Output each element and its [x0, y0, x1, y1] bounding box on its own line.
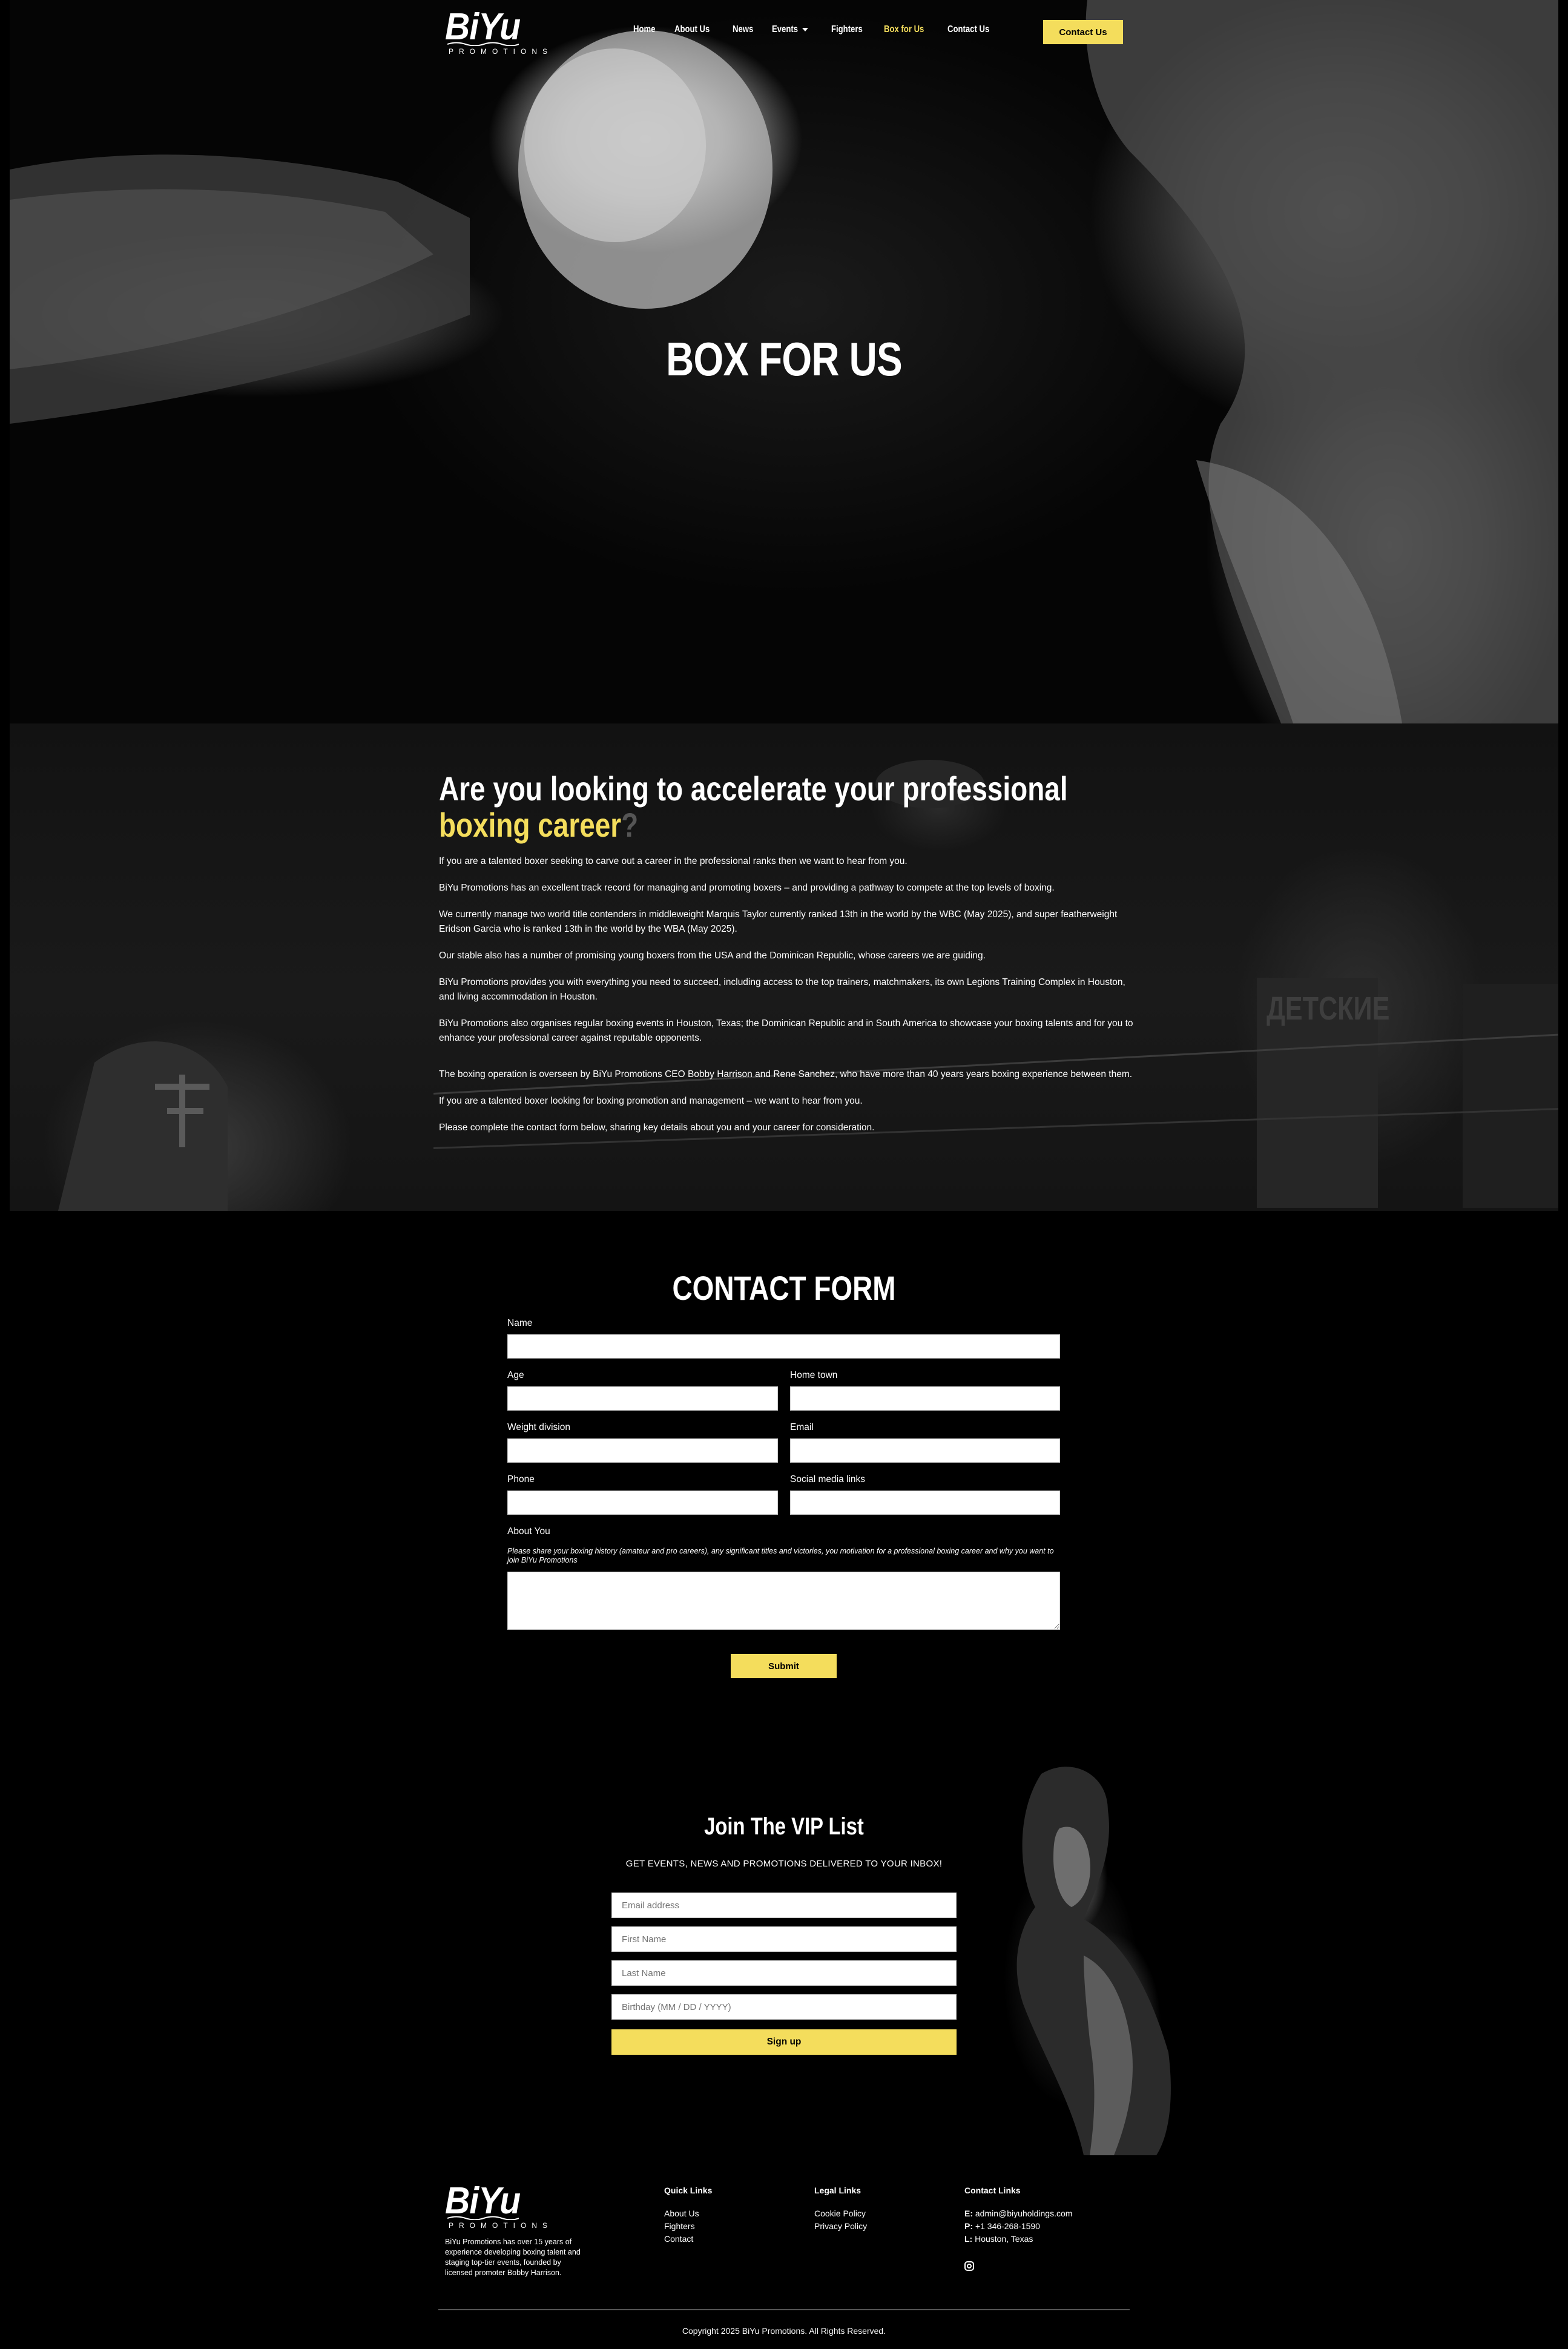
nav-item-about-us[interactable]: About Us [674, 24, 710, 35]
home-town-label: Home town [790, 1370, 838, 1380]
vip-first-name-input[interactable] [611, 1926, 957, 1952]
quick-links-title: Quick Links [664, 2186, 713, 2195]
footer-legal-links: Legal Links Cookie Policy Privacy Policy [814, 2186, 867, 2233]
about-paragraph: BiYu Promotions provides you with everyt… [439, 977, 1125, 1002]
site-header: BiYu PROMOTIONS Home About Us News Event… [0, 0, 1568, 64]
about-you-label: About You [507, 1526, 550, 1537]
location-prefix: L: [964, 2234, 973, 2244]
submit-button[interactable]: Submit [731, 1654, 837, 1678]
vip-birthday-input[interactable] [611, 1994, 957, 2020]
about-heading-highlight: boxing career [439, 806, 622, 844]
footer-link-fighters[interactable]: Fighters [664, 2220, 712, 2233]
legal-links-title: Legal Links [814, 2186, 861, 2195]
about-paragraph: If you are a talented boxer seeking to c… [439, 856, 908, 866]
name-field[interactable] [507, 1334, 1060, 1359]
about-paragraph: BiYu Promotions has an excellent track r… [439, 883, 1055, 893]
about-paragraph: BiYu Promotions also organises regular b… [439, 1018, 1133, 1043]
background-sign-text: ДЕТСКИЕ [1267, 990, 1390, 1027]
boxer-silhouette [1016, 1767, 1171, 2155]
nav-item-events[interactable]: Events [772, 24, 809, 35]
copyright-text: Copyright 2025 BiYu Promotions. All Righ… [682, 2326, 886, 2336]
about-paragraph: Our stable also has a number of promisin… [439, 950, 986, 961]
footer-logo-wave-icon [447, 2216, 519, 2220]
vip-last-name-input[interactable] [611, 1960, 957, 1986]
phone-label: Phone [507, 1474, 535, 1484]
nav-item-events-label: Events [772, 24, 799, 35]
about-paragraph: We currently manage two world title cont… [439, 909, 1118, 934]
logo-subtext: PROMOTIONS [449, 47, 553, 56]
footer-phone[interactable]: P: +1 346-268-1590 [964, 2220, 1072, 2233]
vip-title: Join The VIP List [704, 1813, 864, 1840]
contact-form-title: CONTACT FORM [672, 1269, 896, 1307]
nav-item-news[interactable]: News [733, 24, 753, 35]
nav-item-contact-us[interactable]: Contact Us [947, 24, 989, 35]
footer-link-privacy-policy[interactable]: Privacy Policy [814, 2220, 867, 2233]
instagram-icon[interactable] [964, 2261, 974, 2271]
boxer-photo [969, 1738, 1199, 2155]
email-field[interactable] [790, 1438, 1060, 1463]
brand-logo[interactable]: BiYu PROMOTIONS [445, 6, 553, 56]
about-you-textarea[interactable] [507, 1572, 1060, 1630]
about-heading-line1: Are you looking to accelerate your profe… [439, 769, 1068, 808]
email-value: admin@biyuholdings.com [975, 2209, 1073, 2218]
footer-logo-subtext: PROMOTIONS [449, 2221, 553, 2230]
phone-field[interactable] [507, 1491, 778, 1515]
footer-location: L: Houston, Texas [964, 2233, 1072, 2245]
location-value: Houston, Texas [975, 2234, 1033, 2244]
age-label: Age [507, 1370, 524, 1380]
contact-links-title: Contact Links [964, 2186, 1021, 2195]
about-paragraph: The boxing operation is overseen by BiYu… [439, 1069, 1133, 1079]
home-town-field[interactable] [790, 1386, 1060, 1411]
footer-divider [438, 2309, 1130, 2310]
social-media-label: Social media links [790, 1474, 866, 1484]
hero-title: BOX FOR US [666, 332, 903, 386]
about-content: Are you looking to accelerate your profe… [439, 771, 1141, 1135]
logo-wordmark: BiYu [445, 6, 521, 48]
social-media-field[interactable] [790, 1491, 1060, 1515]
hero-section: BOX FOR US [10, 0, 1558, 723]
about-heading: Are you looking to accelerate your profe… [439, 771, 1068, 844]
email-label: Email [790, 1422, 814, 1432]
footer-about-text: BiYu Promotions has over 15 years of exp… [445, 2238, 581, 2277]
footer-logo[interactable]: BiYu PROMOTIONS [445, 2180, 547, 2230]
phone-prefix: P: [964, 2221, 973, 2231]
about-paragraph: If you are a talented boxer looking for … [439, 1096, 863, 1106]
nav-item-home[interactable]: Home [633, 24, 655, 35]
footer-email[interactable]: E: admin@biyuholdings.com [964, 2207, 1072, 2220]
nav-item-fighters[interactable]: Fighters [831, 24, 863, 35]
about-you-help-text: Please share your boxing history (amateu… [507, 1547, 1054, 1564]
footer-link-contact[interactable]: Contact [664, 2233, 712, 2245]
email-prefix: E: [964, 2209, 973, 2218]
about-paragraph: Please complete the contact form below, … [439, 1122, 875, 1133]
weight-division-field[interactable] [507, 1438, 778, 1463]
weight-division-label: Weight division [507, 1422, 570, 1432]
footer-logo-wordmark: BiYu [445, 2180, 521, 2222]
footer-link-cookie-policy[interactable]: Cookie Policy [814, 2207, 867, 2220]
main-nav: Home About Us News Events Fighters Box f… [633, 24, 1013, 35]
nav-item-box-for-us[interactable]: Box for Us [884, 24, 924, 35]
footer-link-about-us[interactable]: About Us [664, 2207, 712, 2220]
caret-down-icon [802, 28, 809, 31]
about-section: ДЕТСКИЕ Are you looking to accelerate yo… [10, 723, 1558, 1211]
phone-value: +1 346-268-1590 [975, 2221, 1040, 2231]
age-field[interactable] [507, 1386, 778, 1411]
vip-subtitle: GET EVENTS, NEWS AND PROMOTIONS DELIVERE… [625, 1859, 943, 1869]
logo-wave-icon [447, 42, 519, 46]
name-label: Name [507, 1318, 533, 1328]
footer-contact: Contact Links E: admin@biyuholdings.com … [964, 2186, 1072, 2245]
vip-email-input[interactable] [611, 1893, 957, 1918]
about-heading-end: ? [621, 806, 639, 844]
header-contact-button[interactable]: Contact Us [1043, 20, 1123, 44]
footer-quick-links: Quick Links About Us Fighters Contact [664, 2186, 712, 2245]
vip-signup-button[interactable]: Sign up [611, 2029, 957, 2055]
